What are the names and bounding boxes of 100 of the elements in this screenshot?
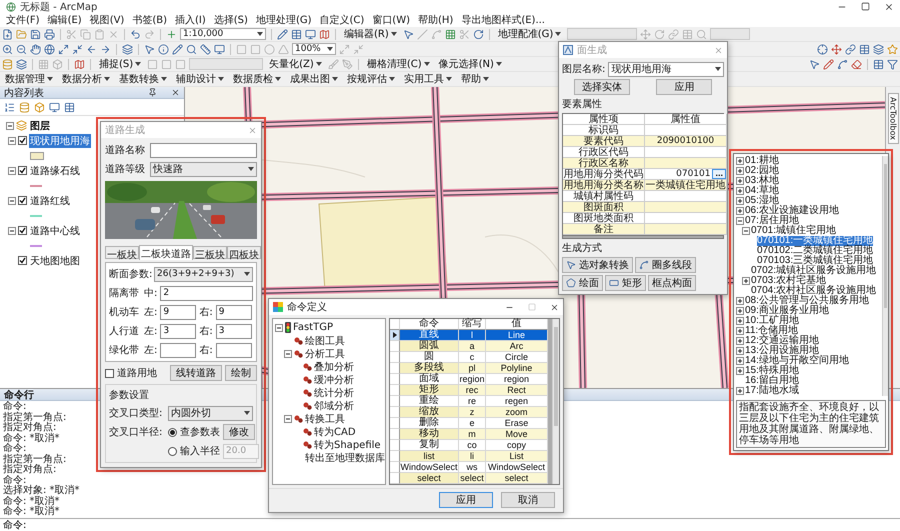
tree-item[interactable]: 分析工具 — [305, 346, 345, 360]
expander-icon[interactable] — [736, 157, 744, 165]
tree-item[interactable]: 统计分析 — [314, 386, 354, 400]
menu-item[interactable]: 地理处理(G) — [252, 13, 316, 27]
menu-button[interactable]: 帮助 — [458, 72, 492, 86]
star-icon[interactable] — [887, 44, 898, 54]
tree-item[interactable]: 0701:城镇住宅用地 — [751, 226, 836, 236]
layer-checkbox[interactable] — [18, 226, 27, 235]
zoom-out-icon[interactable] — [16, 44, 27, 54]
dropdown-field[interactable] — [189, 58, 264, 70]
radio-button[interactable] — [168, 428, 177, 436]
layer-checkbox[interactable] — [18, 166, 27, 175]
layer-name[interactable]: 现状用地用海 — [29, 134, 91, 148]
command-input[interactable]: 命令: — [0, 518, 900, 531]
layer-group-label[interactable]: 图层 — [29, 118, 51, 132]
tab[interactable]: 二板块道路 — [139, 245, 193, 260]
input-field[interactable] — [216, 342, 252, 358]
tree-item[interactable]: 转为CAD — [314, 424, 356, 438]
menu-button[interactable]: 数据分析 — [59, 72, 113, 86]
dialog-button[interactable]: 应用 — [656, 79, 712, 95]
ruler-icon[interactable] — [200, 44, 211, 54]
expander-icon[interactable] — [284, 414, 292, 422]
expander-icon[interactable] — [736, 197, 744, 205]
monitor-icon[interactable] — [49, 102, 60, 112]
menu-button[interactable]: 数据管理 — [2, 72, 56, 86]
expander-icon[interactable] — [736, 357, 744, 365]
close-icon[interactable] — [550, 302, 559, 312]
link-icon[interactable] — [845, 44, 856, 54]
input-field[interactable]: 2 — [160, 286, 253, 300]
add-data-icon[interactable] — [166, 28, 177, 40]
radio-button[interactable] — [168, 446, 177, 456]
eraser-icon[interactable] — [851, 58, 862, 70]
tree-item[interactable]: 16:留白用地 — [745, 376, 799, 386]
database-icon[interactable] — [19, 102, 30, 112]
pencil-icon[interactable] — [823, 58, 834, 70]
crosshair-icon[interactable] — [817, 44, 828, 54]
scrollbar[interactable] — [552, 319, 559, 484]
expander-icon[interactable] — [736, 307, 744, 315]
expander-icon[interactable] — [8, 136, 16, 144]
undo-icon[interactable] — [130, 28, 141, 40]
layer-checkbox[interactable] — [18, 256, 27, 265]
menu-item[interactable]: 自定义(C) — [316, 13, 368, 27]
menu-item[interactable]: 选择(S) — [210, 13, 252, 27]
map-icon[interactable] — [74, 58, 85, 70]
table-icon[interactable] — [64, 102, 75, 112]
snapping-menu-button[interactable]: 捕捉(S) — [96, 58, 144, 70]
expander-icon[interactable] — [742, 227, 750, 235]
tree-item[interactable]: 070102:二类城镇住宅用地 — [757, 246, 874, 256]
georeference-menu-button[interactable]: 地理配准(G) — [494, 28, 564, 40]
tree-item[interactable]: 01:耕地 — [745, 156, 779, 166]
tree-item[interactable]: 0703:农村宅基地 — [751, 276, 826, 286]
expander-icon[interactable] — [8, 196, 16, 204]
expander-icon[interactable] — [6, 122, 14, 130]
input-field[interactable] — [150, 142, 257, 158]
tree-item[interactable]: 叠加分析 — [314, 360, 354, 374]
menu-item[interactable]: 文件(F) — [2, 13, 44, 27]
list-icon[interactable] — [4, 102, 15, 112]
search-icon[interactable] — [186, 44, 197, 54]
menu-item[interactable]: 帮助(H) — [414, 13, 458, 27]
expander-icon[interactable] — [275, 324, 283, 332]
pentagon-icon[interactable] — [566, 278, 576, 288]
pointer-icon[interactable] — [566, 260, 576, 270]
action-button[interactable]: 绘制 — [225, 365, 257, 381]
expander-icon[interactable] — [736, 327, 744, 335]
method-button[interactable]: 圈多线段 — [635, 257, 696, 273]
globe-icon[interactable] — [44, 44, 55, 54]
tree-item[interactable]: 08:公共管理与公共服务用地 — [745, 296, 869, 306]
tree-item[interactable]: 03:林地 — [745, 176, 779, 186]
method-button[interactable]: 框点构面 — [648, 275, 696, 291]
dropdown-field[interactable]: 现状用地用海 — [608, 62, 724, 76]
dialog-button[interactable]: 选择实体 — [574, 79, 630, 95]
hand-icon[interactable] — [30, 44, 41, 54]
method-button[interactable]: 绘面 — [562, 275, 603, 291]
menu-item[interactable]: 书签(B) — [128, 13, 172, 27]
menu-item[interactable]: 视图(V) — [86, 13, 128, 27]
tree-item[interactable]: 0704:农村社区服务设施用地 — [751, 286, 876, 296]
vectorization-menu-button[interactable]: 矢量化(Z) — [266, 58, 325, 70]
browse-button[interactable]: ... — [712, 169, 726, 179]
zoom-field[interactable]: 100% — [292, 43, 336, 55]
tree-item[interactable]: 转换工具 — [305, 412, 345, 426]
curve-icon[interactable] — [837, 58, 848, 70]
expander-icon[interactable] — [736, 317, 744, 325]
layer-name[interactable]: 道路中心线 — [29, 224, 81, 238]
save-icon[interactable] — [30, 28, 41, 40]
menu-button[interactable]: 成果出图 — [287, 72, 341, 86]
input-field[interactable]: 9 — [216, 304, 252, 320]
expander-icon[interactable] — [8, 226, 16, 234]
tree-item[interactable]: FastTGP — [293, 322, 333, 333]
tab[interactable]: 三板块 — [193, 246, 227, 259]
monitor-icon[interactable] — [214, 44, 225, 54]
tree-item[interactable]: 05:湿地 — [745, 196, 779, 206]
layers-icon[interactable] — [873, 44, 884, 54]
table-icon[interactable] — [859, 44, 870, 54]
layers-icon[interactable] — [16, 58, 27, 70]
menu-item[interactable]: 窗口(W) — [368, 13, 414, 27]
tree-item[interactable]: 转出至地理数据库 — [305, 450, 385, 464]
dropdown-field[interactable] — [567, 28, 638, 40]
pencil-icon[interactable] — [277, 28, 288, 40]
close-icon[interactable] — [171, 88, 180, 97]
scale-field[interactable]: 1:10,000 — [180, 28, 266, 40]
